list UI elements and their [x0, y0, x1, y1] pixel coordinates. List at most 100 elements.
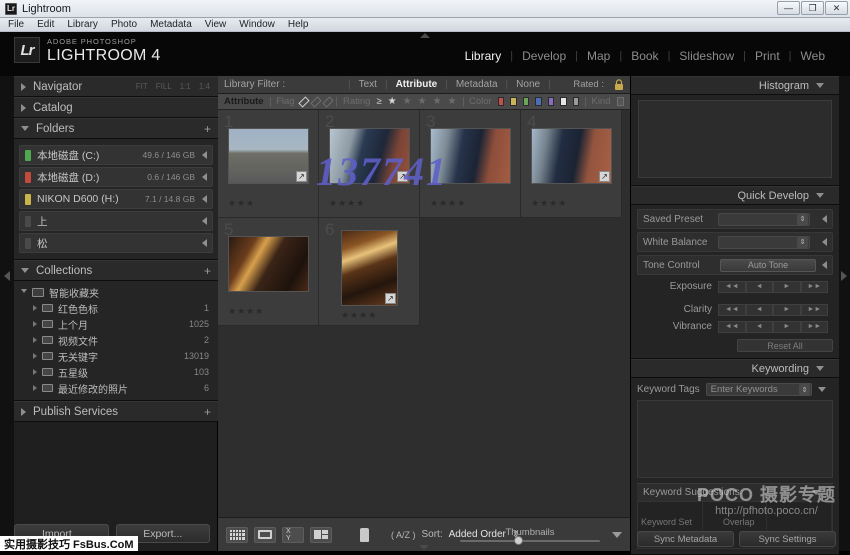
- panel-header-publish-services[interactable]: Publish Services +: [14, 401, 218, 422]
- collection-item[interactable]: 无关键字 13019: [19, 348, 213, 364]
- menu-item-view[interactable]: View: [205, 19, 227, 30]
- panel-header-quick-develop[interactable]: Quick Develop: [631, 186, 839, 205]
- collection-group[interactable]: 智能收藏夹: [19, 284, 213, 300]
- color-swatch-green[interactable]: [523, 97, 529, 106]
- exposure-incr[interactable]: ►: [773, 281, 801, 293]
- crop-badge-icon[interactable]: ↗: [397, 171, 408, 182]
- vibrance-stepper[interactable]: ◄◄ ◄ ► ►►: [718, 321, 828, 333]
- grid-view-button[interactable]: [226, 527, 248, 543]
- crop-badge-icon[interactable]: ↗: [385, 293, 396, 304]
- add-folder-icon[interactable]: +: [204, 122, 211, 136]
- color-swatch-red[interactable]: [498, 97, 504, 106]
- grid-cell[interactable]: 3 ★★★★: [420, 110, 521, 218]
- reset-all-button[interactable]: Reset All: [737, 339, 833, 352]
- exposure-stepper[interactable]: ◄◄ ◄ ► ►►: [718, 281, 828, 293]
- cell-rating[interactable]: ★★★★: [531, 198, 567, 209]
- crop-badge-icon[interactable]: ↗: [296, 171, 307, 182]
- module-map[interactable]: Map: [578, 49, 619, 63]
- folder-row[interactable]: 上: [19, 211, 213, 231]
- flag-reject-icon[interactable]: [322, 96, 333, 107]
- menu-item-file[interactable]: File: [8, 19, 24, 30]
- module-slideshow[interactable]: Slideshow: [670, 49, 743, 63]
- flag-neutral-icon[interactable]: [310, 96, 321, 107]
- panel-header-folders[interactable]: Folders +: [14, 118, 218, 139]
- collection-item[interactable]: 最近修改的照片 6: [19, 380, 213, 396]
- menu-item-window[interactable]: Window: [239, 19, 275, 30]
- sync-settings-button[interactable]: Sync Settings: [739, 531, 836, 547]
- clarity-decr-large[interactable]: ◄◄: [718, 304, 746, 316]
- filter-tab-attribute[interactable]: Attribute: [388, 79, 446, 90]
- folder-expand-icon[interactable]: [202, 151, 207, 159]
- expand-icon[interactable]: [822, 238, 827, 246]
- keyword-entry-area[interactable]: [637, 400, 833, 478]
- vibrance-incr[interactable]: ►: [773, 321, 801, 333]
- cell-rating[interactable]: ★★★★: [329, 198, 365, 209]
- cell-rating[interactable]: ★★★★: [228, 306, 264, 317]
- rating-star-1[interactable]: ★: [388, 96, 397, 107]
- panel-header-navigator[interactable]: Navigator FIT FILL 1:1 1:4: [14, 76, 218, 97]
- photo-thumbnail[interactable]: ↗: [228, 128, 309, 184]
- filter-tab-none[interactable]: None: [508, 79, 548, 90]
- clarity-decr[interactable]: ◄: [746, 304, 774, 316]
- histogram-plot[interactable]: [638, 100, 832, 178]
- rating-operator[interactable]: ≥: [376, 96, 381, 107]
- color-swatch-none[interactable]: [573, 97, 579, 106]
- color-swatch-blue[interactable]: [535, 97, 541, 106]
- rating-star-3[interactable]: ★: [418, 96, 427, 107]
- photo-thumbnail[interactable]: [430, 128, 511, 184]
- module-library[interactable]: Library: [456, 49, 511, 63]
- folder-row[interactable]: NIKON D600 (H:) 7.1 / 14.8 GB: [19, 189, 213, 209]
- clarity-incr[interactable]: ►: [773, 304, 801, 316]
- slider-track[interactable]: [460, 540, 600, 542]
- menu-item-metadata[interactable]: Metadata: [150, 19, 192, 30]
- folder-expand-icon[interactable]: [202, 239, 207, 247]
- survey-view-button[interactable]: [310, 527, 332, 543]
- folder-row[interactable]: 本地磁盘 (C:) 49.6 / 146 GB: [19, 145, 213, 165]
- clarity-incr-large[interactable]: ►►: [801, 304, 829, 316]
- zoom-1-1[interactable]: 1:1: [180, 82, 191, 91]
- vibrance-incr-large[interactable]: ►►: [801, 321, 829, 333]
- grid-cell[interactable]: 6 ↗ ★★★★: [319, 218, 420, 326]
- slider-knob[interactable]: [514, 536, 523, 545]
- saved-preset-row[interactable]: Saved Preset ⇕: [637, 209, 833, 229]
- rating-star-4[interactable]: ★: [433, 96, 442, 107]
- menu-item-edit[interactable]: Edit: [37, 19, 54, 30]
- grid-cell[interactable]: 2 ↗ ★★★★: [319, 110, 420, 218]
- sort-direction-icon[interactable]: ( A/Z ): [391, 530, 416, 540]
- color-swatch-white[interactable]: [560, 97, 566, 106]
- module-web[interactable]: Web: [792, 49, 834, 63]
- folder-row[interactable]: 松: [19, 233, 213, 253]
- rating-star-5[interactable]: ★: [448, 96, 457, 107]
- vibrance-decr[interactable]: ◄: [746, 321, 774, 333]
- filter-tab-text[interactable]: Text: [351, 79, 385, 90]
- cell-rating[interactable]: ★★★★: [341, 310, 377, 321]
- photo-thumbnail[interactable]: ↗: [329, 128, 410, 184]
- white-balance-row[interactable]: White Balance ⇕: [637, 232, 833, 252]
- color-swatch-yellow[interactable]: [510, 97, 516, 106]
- expand-icon[interactable]: [822, 215, 827, 223]
- folder-expand-icon[interactable]: [202, 195, 207, 203]
- grid-cell[interactable]: 5 ★★★★: [218, 218, 319, 326]
- module-develop[interactable]: Develop: [513, 49, 575, 63]
- keyword-select[interactable]: Enter Keywords ⇕: [706, 383, 812, 396]
- keyword-suggestions-header[interactable]: Keyword Suggestions: [637, 483, 833, 501]
- filmstrip-toggle-icon[interactable]: [419, 545, 429, 550]
- grid-cell[interactable]: 1 ↗ ★★★: [218, 110, 319, 218]
- collection-item[interactable]: 红色色标 1: [19, 300, 213, 316]
- suggestion-cell[interactable]: [767, 502, 832, 525]
- collection-item[interactable]: 视频文件 2: [19, 332, 213, 348]
- collection-item[interactable]: 上个月 1025: [19, 316, 213, 332]
- maximize-icon[interactable]: ❐: [801, 1, 824, 15]
- clarity-stepper[interactable]: ◄◄ ◄ ► ►►: [718, 304, 828, 316]
- minimize-icon[interactable]: —: [777, 1, 800, 15]
- folder-expand-icon[interactable]: [202, 217, 207, 225]
- grid-cell[interactable]: 4 ↗ ★★★★: [521, 110, 622, 218]
- close-icon[interactable]: ✕: [825, 1, 848, 15]
- zoom-fill[interactable]: FILL: [156, 82, 172, 91]
- lock-icon[interactable]: [614, 79, 624, 91]
- chevron-down-icon[interactable]: [812, 490, 820, 495]
- left-panel-edge[interactable]: [0, 76, 14, 551]
- folder-row[interactable]: 本地磁盘 (D:) 0.6 / 146 GB: [19, 167, 213, 187]
- thumbnail-grid[interactable]: 1 ↗ ★★★ 2 ↗ ★★★★ 3: [218, 110, 630, 517]
- tone-control-row[interactable]: Tone Control Auto Tone: [637, 255, 833, 275]
